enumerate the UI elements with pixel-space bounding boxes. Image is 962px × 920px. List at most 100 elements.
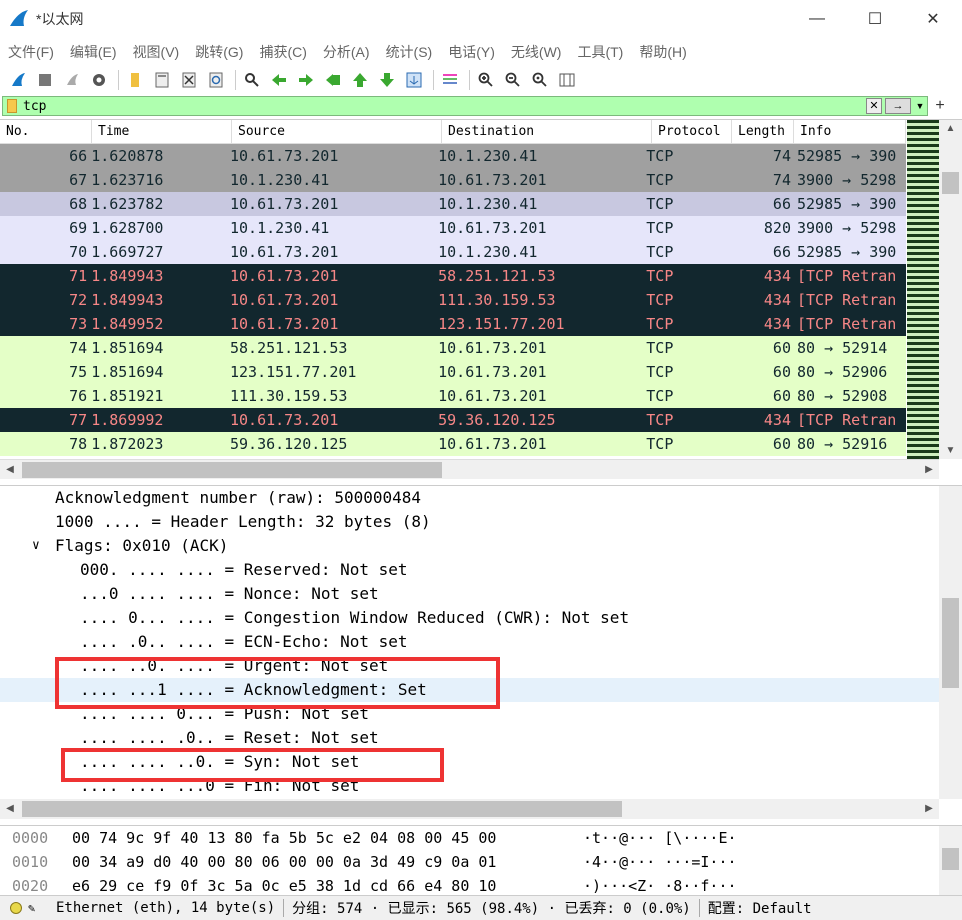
scroll-thumb[interactable]	[22, 462, 442, 478]
bytes-ascii[interactable]: ·4··@··· ···=I···	[583, 850, 737, 874]
menu-item-5[interactable]: 分析(A)	[315, 42, 378, 62]
capture-options-icon[interactable]	[87, 68, 111, 92]
start-capture-icon[interactable]	[6, 68, 30, 92]
colorize-icon[interactable]	[438, 68, 462, 92]
column-header-time[interactable]: Time	[92, 120, 232, 143]
normal-size-icon[interactable]	[528, 68, 552, 92]
go-back-icon[interactable]	[267, 68, 291, 92]
status-profile[interactable]: 配置: Default	[708, 898, 812, 918]
expand-chevron-icon[interactable]: ∨	[32, 534, 40, 558]
packet-minimap[interactable]	[907, 120, 939, 459]
menu-item-6[interactable]: 统计(S)	[378, 42, 441, 62]
menu-item-9[interactable]: 工具(T)	[569, 42, 631, 62]
bytes-offset: 0000	[12, 829, 49, 847]
menu-item-4[interactable]: 捕获(C)	[251, 42, 314, 62]
restart-capture-icon[interactable]	[60, 68, 84, 92]
menu-item-10[interactable]: 帮助(H)	[631, 42, 694, 62]
scroll-right-icon[interactable]: ▶	[919, 460, 939, 480]
table-row[interactable]: 72 1.849943 10.61.73.201 111.30.159.53 TCP 43…	[0, 288, 906, 312]
menu-item-1[interactable]: 编辑(E)	[62, 42, 125, 62]
tree-item[interactable]: 000. .... .... = Reserved: Not set	[0, 558, 939, 582]
menu-item-7[interactable]: 电话(Y)	[440, 42, 503, 62]
scroll-thumb[interactable]	[942, 172, 959, 194]
bytes-hex[interactable]: 00 34 a9 d0 40 00 80 06 00 00 0a 3d 49 c…	[72, 850, 496, 874]
resize-columns-icon[interactable]	[555, 68, 579, 92]
tree-item[interactable]: ∨ Flags: 0x010 (ACK)	[0, 534, 939, 558]
edit-comment-icon[interactable]: ✎	[28, 901, 42, 915]
apply-filter-button[interactable]: →	[885, 98, 911, 114]
column-header-protocol[interactable]: Protocol	[652, 120, 732, 143]
cell-dst: 59.36.120.125	[438, 411, 556, 429]
save-file-icon[interactable]	[150, 68, 174, 92]
filter-text[interactable]: tcp	[23, 99, 866, 114]
add-filter-button[interactable]: +	[932, 96, 948, 116]
cell-proto: TCP	[646, 315, 674, 333]
last-packet-icon[interactable]	[375, 68, 399, 92]
menu-item-8[interactable]: 无线(W)	[503, 42, 570, 62]
column-header-destination[interactable]: Destination	[442, 120, 652, 143]
zoom-in-icon[interactable]	[474, 68, 498, 92]
bytes-hex[interactable]: e6 29 ce f9 0f 3c 5a 0c e5 38 1d cd 66 e…	[72, 874, 496, 895]
zoom-out-icon[interactable]	[501, 68, 525, 92]
column-header-length[interactable]: Length	[732, 120, 794, 143]
tree-item[interactable]: .... .... .0.. = Reset: Not set	[0, 726, 939, 750]
table-row[interactable]: 78 1.872023 59.36.120.125 10.61.73.201 TCP 60…	[0, 432, 906, 456]
minimize-icon[interactable]: —	[788, 0, 846, 38]
scroll-thumb[interactable]	[942, 598, 959, 688]
scroll-left-icon[interactable]: ◀	[0, 799, 20, 819]
tree-item[interactable]: Acknowledgment number (raw): 500000484	[0, 486, 939, 510]
reload-file-icon[interactable]	[204, 68, 228, 92]
table-row[interactable]: 74 1.851694 58.251.121.53 10.61.73.201 TCP 60…	[0, 336, 906, 360]
table-row[interactable]: 70 1.669727 10.61.73.201 10.1.230.41 TCP 66 52…	[0, 240, 906, 264]
table-row[interactable]: 69 1.628700 10.1.230.41 10.61.73.201 TCP 820 3…	[0, 216, 906, 240]
bookmark-icon[interactable]	[7, 99, 17, 113]
table-row[interactable]: 68 1.623782 10.61.73.201 10.1.230.41 TCP 66 52…	[0, 192, 906, 216]
tree-item[interactable]: .... 0... .... = Congestion Window Reduc…	[0, 606, 939, 630]
tree-item[interactable]: ...0 .... .... = Nonce: Not set	[0, 582, 939, 606]
scroll-thumb[interactable]	[942, 848, 959, 870]
open-file-icon[interactable]	[123, 68, 147, 92]
details-vscroll[interactable]	[939, 486, 962, 799]
packet-list-hscroll[interactable]: ◀ ▶	[0, 459, 939, 479]
auto-scroll-icon[interactable]	[402, 68, 426, 92]
column-header-source[interactable]: Source	[232, 120, 442, 143]
column-header-info[interactable]: Info	[794, 120, 906, 143]
bytes-hex[interactable]: 00 74 9c 9f 40 13 80 fa 5b 5c e2 04 08 0…	[72, 826, 496, 850]
menu-item-0[interactable]: 文件(F)	[0, 42, 62, 62]
bytes-ascii[interactable]: ·)···<Z· ·8··f···	[583, 874, 737, 895]
column-header-no[interactable]: No.	[0, 120, 92, 143]
first-packet-icon[interactable]	[348, 68, 372, 92]
find-packet-icon[interactable]	[240, 68, 264, 92]
close-file-icon[interactable]	[177, 68, 201, 92]
clear-filter-icon[interactable]: ✕	[866, 98, 882, 114]
table-row[interactable]: 75 1.851694 123.151.77.201 10.61.73.201 TCP 6…	[0, 360, 906, 384]
scroll-right-icon[interactable]: ▶	[919, 799, 939, 819]
table-row[interactable]: 73 1.849952 10.61.73.201 123.151.77.201 TCP 4…	[0, 312, 906, 336]
table-row[interactable]: 66 1.620878 10.61.73.201 10.1.230.41 TCP 74 52…	[0, 144, 906, 168]
menu-item-2[interactable]: 视图(V)	[125, 42, 188, 62]
expert-info-icon[interactable]	[10, 902, 22, 914]
packet-list-vscroll[interactable]: ▲ ▼	[939, 120, 962, 459]
close-icon[interactable]: ✕	[904, 0, 962, 38]
scroll-down-icon[interactable]: ▼	[939, 442, 962, 459]
bytes-vscroll[interactable]	[939, 826, 962, 895]
display-filter-input[interactable]: tcp ✕ → ▼	[2, 96, 928, 116]
scroll-thumb[interactable]	[22, 801, 622, 817]
table-row[interactable]: 77 1.869992 10.61.73.201 59.36.120.125 TCP 43…	[0, 408, 906, 432]
tree-item[interactable]: 1000 .... = Header Length: 32 bytes (8)	[0, 510, 939, 534]
maximize-icon[interactable]: ☐	[846, 0, 904, 38]
scroll-left-icon[interactable]: ◀	[0, 460, 20, 480]
filter-dropdown-icon[interactable]: ▼	[913, 101, 927, 111]
go-forward-icon[interactable]	[294, 68, 318, 92]
stop-capture-icon[interactable]	[33, 68, 57, 92]
table-row[interactable]: 67 1.623716 10.1.230.41 10.61.73.201 TCP 74 39…	[0, 168, 906, 192]
menu-item-3[interactable]: 跳转(G)	[187, 42, 251, 62]
table-row[interactable]: 71 1.849943 10.61.73.201 58.251.121.53 TCP 43…	[0, 264, 906, 288]
go-to-packet-icon[interactable]	[321, 68, 345, 92]
bytes-ascii[interactable]: ·t··@··· [\····E·	[583, 826, 737, 850]
tree-item[interactable]: .... .0.. .... = ECN-Echo: Not set	[0, 630, 939, 654]
status-interface: Ethernet (eth), 14 byte(s)	[56, 900, 276, 916]
scroll-up-icon[interactable]: ▲	[939, 120, 962, 138]
details-hscroll[interactable]: ◀ ▶	[0, 799, 939, 819]
table-row[interactable]: 76 1.851921 111.30.159.53 10.61.73.201 TCP 60…	[0, 384, 906, 408]
